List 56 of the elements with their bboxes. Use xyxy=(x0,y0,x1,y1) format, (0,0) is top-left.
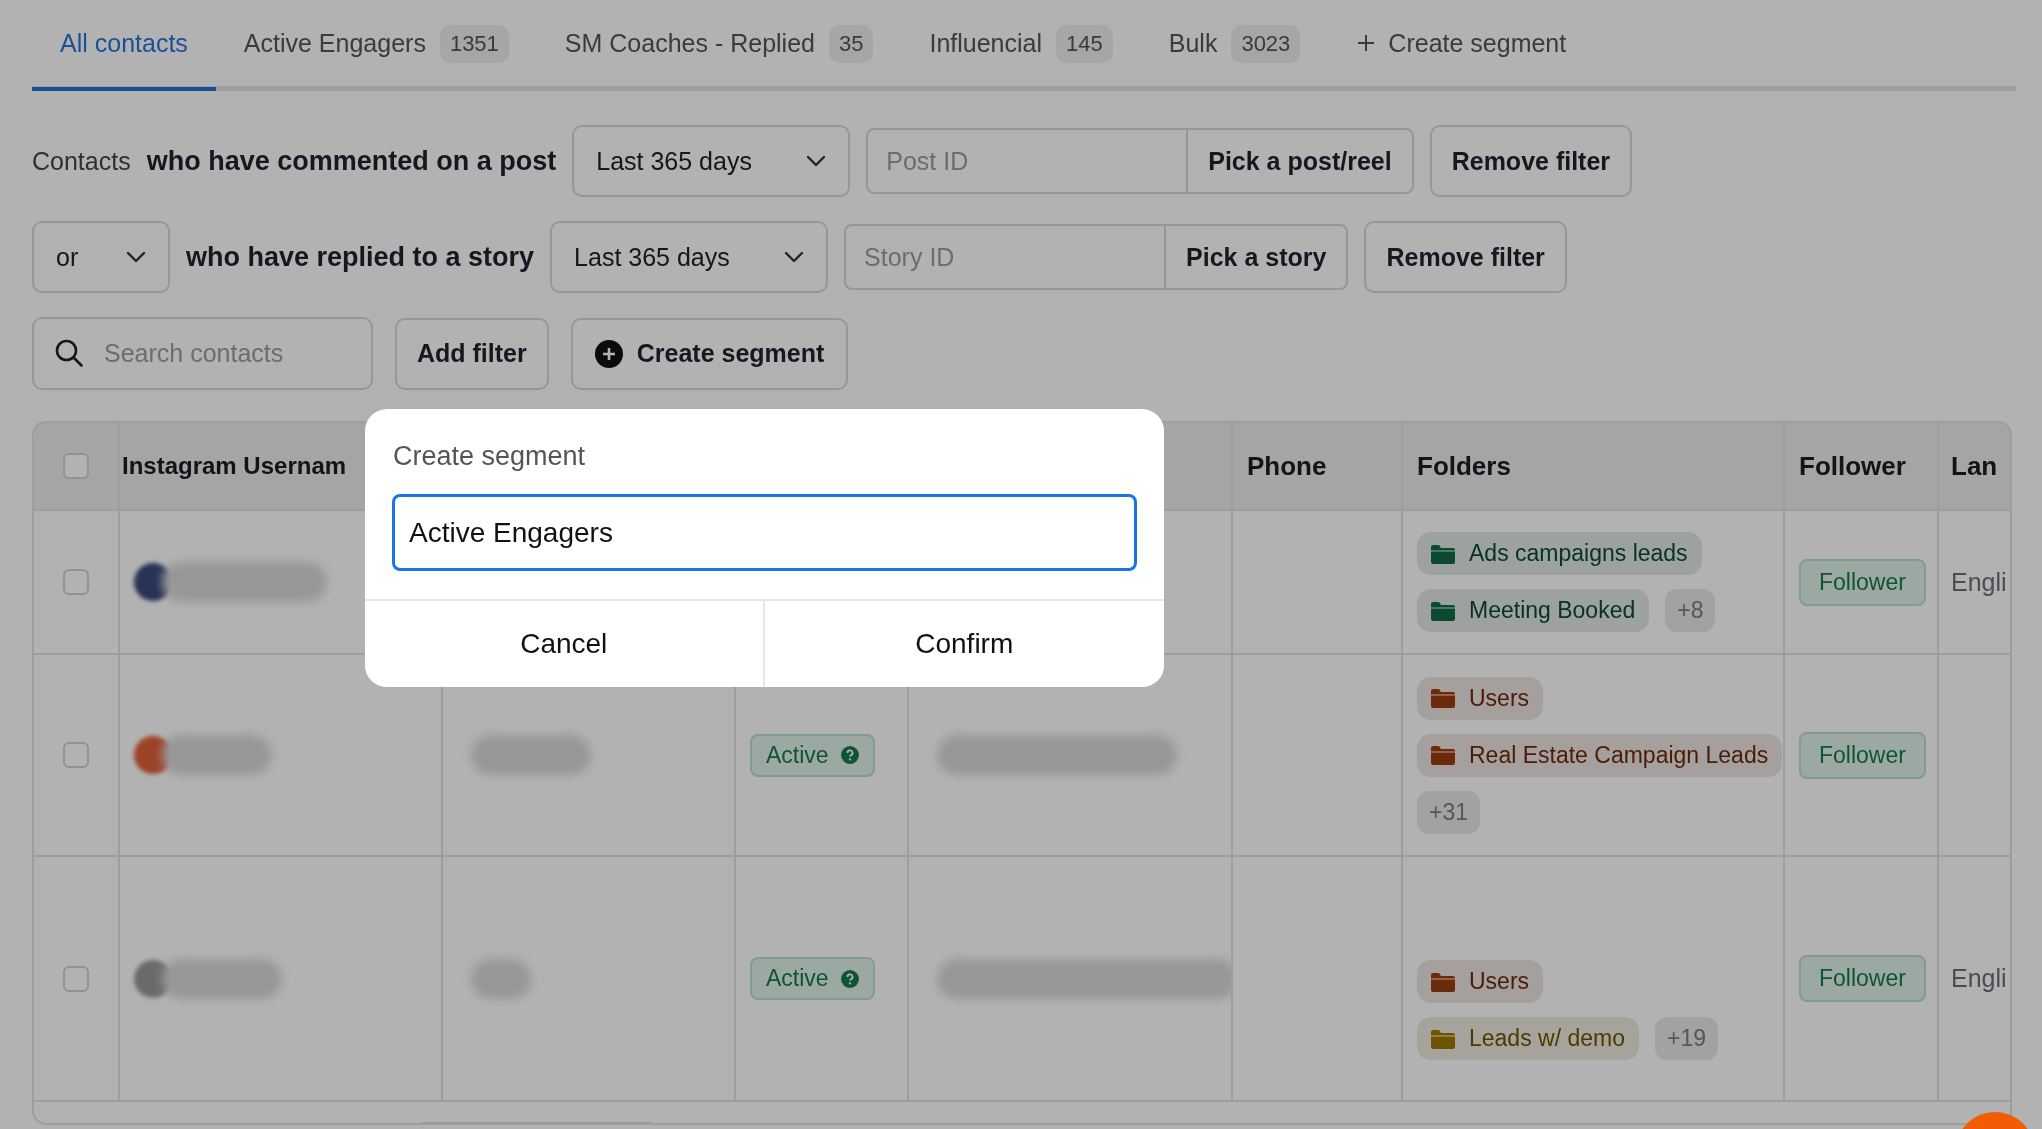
count-badge: 35 xyxy=(828,24,874,63)
column-header: Follower xyxy=(1799,450,1906,482)
chevron-down-icon xyxy=(806,155,827,167)
dialog-title: Create segment xyxy=(392,440,587,473)
period-dropdown[interactable]: Last 365 days xyxy=(550,221,829,293)
create-segment-tab[interactable]: Create segment xyxy=(1328,0,1595,86)
tab[interactable]: SM Coaches - Replied 35 xyxy=(536,0,902,91)
chevron-down-icon xyxy=(126,251,146,263)
count-badge: 145 xyxy=(1056,24,1113,63)
tab[interactable]: All contacts xyxy=(32,0,216,91)
checkbox[interactable] xyxy=(63,965,89,992)
language-text: Engli xyxy=(1951,567,2007,597)
plus-circle-icon xyxy=(594,339,623,368)
chevron-down-icon xyxy=(784,251,805,263)
period-dropdown[interactable]: Last 365 days xyxy=(572,125,851,197)
status-badge: Active xyxy=(750,957,875,1000)
add-filter-button[interactable]: Add filter xyxy=(395,317,549,390)
remove-filter-button[interactable]: Remove filter xyxy=(1429,125,1633,197)
segment-name-field[interactable]: Active Engagers xyxy=(392,494,1137,571)
remove-filter-button[interactable]: Remove filter xyxy=(1364,221,1567,293)
filter-condition: who have commented on a post xyxy=(146,145,557,177)
id-field[interactable]: Story ID xyxy=(844,224,1165,290)
follower-tag: Follower xyxy=(1799,955,1926,1002)
status-badge: Active xyxy=(750,733,875,777)
tab[interactable]: Bulk 3023 xyxy=(1140,0,1329,91)
search-icon xyxy=(54,338,84,368)
language-text: Engli xyxy=(1951,964,2007,993)
tab[interactable]: Active Engagers 1351 xyxy=(215,0,537,91)
count-badge: 3023 xyxy=(1231,24,1301,63)
pick-button[interactable]: Pick a story xyxy=(1164,224,1349,290)
more-count: +8 xyxy=(1665,589,1716,632)
cancel-button[interactable]: Cancel xyxy=(365,601,765,687)
checkbox[interactable] xyxy=(63,569,89,595)
column-header: Instagram Usernam xyxy=(122,452,347,480)
id-field[interactable]: Post ID xyxy=(866,128,1187,194)
tab[interactable]: Influencial 145 xyxy=(901,0,1141,91)
more-count: +31 xyxy=(1417,790,1480,834)
count-badge: 1351 xyxy=(439,24,509,63)
follower-tag: Follower xyxy=(1799,731,1926,779)
follower-tag: Follower xyxy=(1799,558,1926,606)
search-field[interactable]: Search contacts xyxy=(32,317,373,390)
operator-dropdown[interactable]: or xyxy=(32,221,170,293)
column-header: Folders xyxy=(1417,450,1511,482)
more-count: +19 xyxy=(1655,1017,1718,1060)
plus-icon xyxy=(1356,33,1377,53)
help-icon xyxy=(840,746,859,764)
create-segment-button[interactable]: Create segment xyxy=(570,317,849,390)
checkbox[interactable] xyxy=(63,453,89,479)
filter-label: Contacts xyxy=(32,146,131,176)
redacted-text xyxy=(471,958,531,999)
pick-button[interactable]: Pick a post/reel xyxy=(1186,128,1414,194)
column-header: Phone xyxy=(1247,450,1327,482)
help-icon xyxy=(840,969,859,988)
column-header: Lan xyxy=(1951,450,1998,482)
checkbox[interactable] xyxy=(63,742,89,768)
filter-condition: who have replied to a story xyxy=(186,241,535,273)
